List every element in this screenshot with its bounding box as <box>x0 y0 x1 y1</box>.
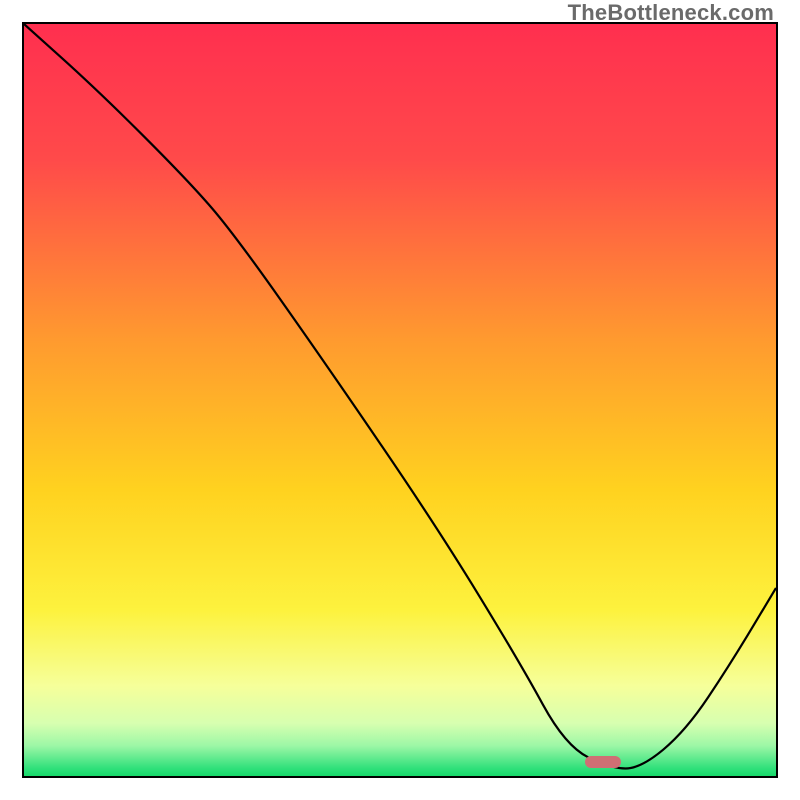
chart-frame: TheBottleneck.com <box>0 0 800 800</box>
bottleneck-curve-path <box>24 24 776 768</box>
optimal-marker <box>585 756 621 768</box>
plot-area <box>22 22 778 778</box>
bottleneck-curve <box>24 24 776 776</box>
